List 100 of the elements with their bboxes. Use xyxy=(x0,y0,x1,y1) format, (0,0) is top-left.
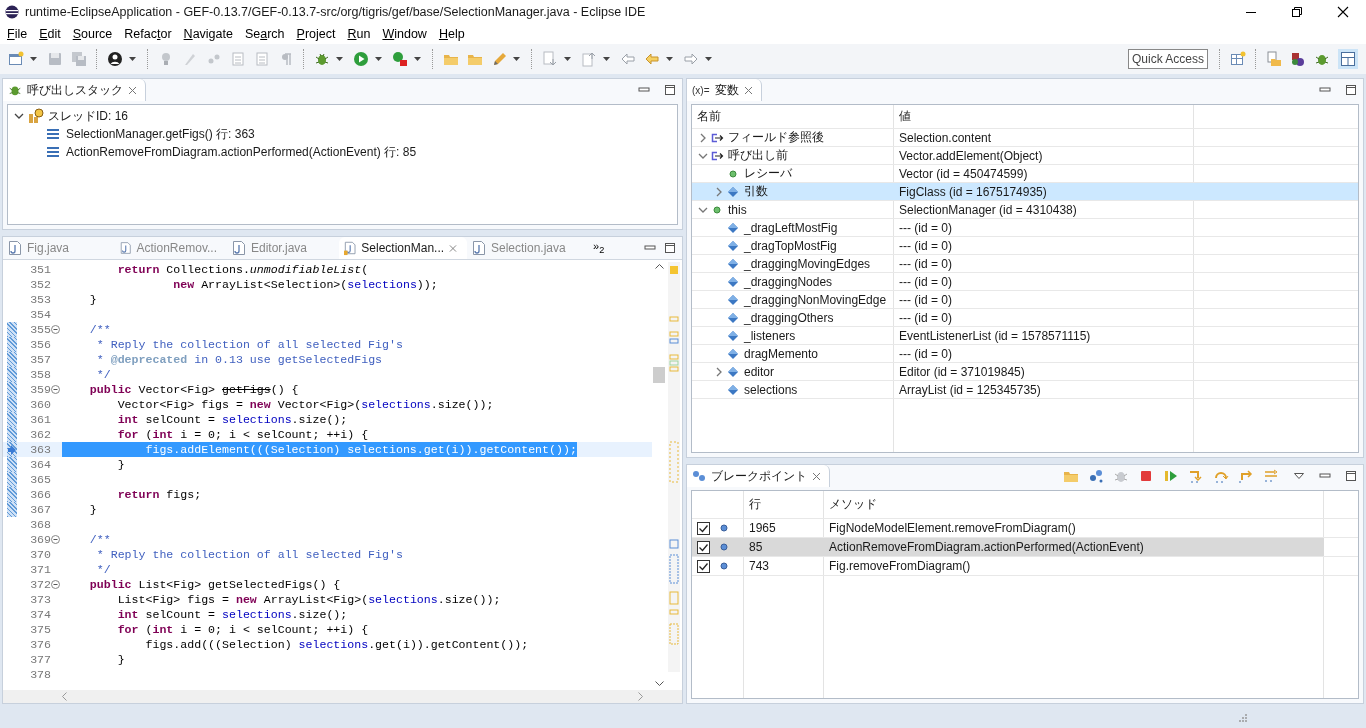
maximize-icon[interactable] xyxy=(1345,84,1357,96)
stop-icon[interactable] xyxy=(1138,468,1154,484)
menu-item[interactable]: Help xyxy=(433,27,470,41)
menu-item[interactable]: Search xyxy=(239,27,290,41)
checkbox[interactable] xyxy=(697,521,710,535)
back-arrow-icon[interactable] xyxy=(620,51,636,67)
menu-item[interactable]: Run xyxy=(342,27,376,41)
fold-icon[interactable] xyxy=(51,535,60,544)
quick-access-field[interactable]: Quick Access xyxy=(1128,49,1208,69)
chevron-down-icon[interactable] xyxy=(14,111,24,121)
menu-item[interactable]: Refactor xyxy=(119,27,177,41)
run-icon[interactable] xyxy=(353,51,369,67)
forward-arrow-icon[interactable] xyxy=(683,51,699,67)
caret-icon[interactable] xyxy=(513,57,520,61)
person-icon[interactable] xyxy=(107,51,123,67)
java-perspective-icon[interactable] xyxy=(1290,51,1306,67)
editor-tab[interactable]: Editor.java xyxy=(227,237,339,259)
close-icon[interactable] xyxy=(1337,6,1349,18)
chevron-right-icon[interactable] xyxy=(714,186,724,197)
code-line: } xyxy=(116,652,125,667)
caret-icon[interactable] xyxy=(30,57,37,61)
pen-icon[interactable] xyxy=(491,51,507,67)
caret-icon[interactable] xyxy=(129,57,136,61)
variable-name[interactable]: 引数 xyxy=(744,183,768,200)
caret-icon[interactable] xyxy=(603,57,610,61)
menu-item[interactable]: Source xyxy=(67,27,118,41)
fold-icon[interactable] xyxy=(51,580,60,589)
column-header[interactable]: 名前 xyxy=(692,105,894,128)
variable-name[interactable]: dragMemento xyxy=(744,346,819,361)
variable-name[interactable]: _dragLeftMostFig xyxy=(744,220,838,235)
fold-icon[interactable] xyxy=(51,385,60,394)
next-annotation-icon[interactable] xyxy=(542,51,558,67)
column-header[interactable]: 値 xyxy=(894,105,1194,128)
maximize-icon[interactable] xyxy=(664,84,676,96)
scroll-left-icon[interactable] xyxy=(61,692,67,701)
chevron-right-icon[interactable] xyxy=(714,366,724,377)
column-header[interactable]: メソッド xyxy=(824,491,1324,518)
variable-name[interactable]: _dragTopMostFig xyxy=(744,238,837,253)
chevron-right-icon[interactable] xyxy=(698,132,708,143)
menu-item[interactable]: File xyxy=(2,27,33,41)
run-tool-icon[interactable] xyxy=(392,51,408,67)
variable-name[interactable]: selections xyxy=(744,382,798,397)
variable-name[interactable]: editor xyxy=(744,364,775,379)
stack-frame[interactable]: ActionRemoveFromDiagram.actionPerformed(ActionEvent) 行: 85 xyxy=(66,143,417,161)
variable-name[interactable]: _draggingNodes xyxy=(744,274,833,289)
layout-icon[interactable] xyxy=(1338,49,1358,69)
variable-name[interactable]: _listeners xyxy=(744,328,796,343)
menu-item[interactable]: Edit xyxy=(34,27,66,41)
variable-value: FigClass (id = 1675174935) xyxy=(898,183,1048,200)
caret-icon[interactable] xyxy=(666,57,673,61)
bug-icon[interactable] xyxy=(314,51,330,67)
java-file-icon xyxy=(232,240,246,256)
variable-name[interactable]: _draggingOthers xyxy=(744,310,834,325)
scroll-right-icon[interactable] xyxy=(638,692,644,701)
maximize-icon[interactable] xyxy=(1345,470,1357,482)
menu-item[interactable]: Window xyxy=(377,27,432,41)
view-tab[interactable]: (x)= 変数 xyxy=(687,79,762,101)
stack-frame[interactable]: SelectionManager.getFigs() 行: 363 xyxy=(66,125,255,143)
java-file-icon xyxy=(8,240,22,256)
variable-name[interactable]: _draggingMovingEdges xyxy=(744,256,871,271)
caret-icon[interactable] xyxy=(414,57,421,61)
variable-name[interactable]: this xyxy=(728,202,747,217)
previous-annotation-icon[interactable] xyxy=(581,51,597,67)
code-line: return figs; xyxy=(116,487,202,502)
checkbox[interactable] xyxy=(697,559,710,573)
diamond-icon xyxy=(727,311,741,324)
view-menu-icon[interactable] xyxy=(1293,470,1305,482)
variable-name[interactable]: フィールド参照後 xyxy=(728,129,824,146)
variable-name[interactable]: _draggingNonMovingEdge xyxy=(744,292,887,307)
caret-icon[interactable] xyxy=(705,57,712,61)
scroll-down-icon[interactable] xyxy=(654,681,664,687)
open-perspective-icon[interactable] xyxy=(1230,51,1246,67)
back-arrow-icon[interactable] xyxy=(644,51,660,67)
caret-icon[interactable] xyxy=(375,57,382,61)
scrollbar-thumb[interactable] xyxy=(653,367,665,383)
editor-tab[interactable]: ActionRemov... xyxy=(115,237,227,259)
variable-name[interactable]: 呼び出し前 xyxy=(728,147,788,164)
restore-icon[interactable] xyxy=(1291,6,1303,18)
tab-overflow-button[interactable]: »$_{2}$ xyxy=(589,240,609,256)
view-tab[interactable]: ブレークポイント xyxy=(687,465,830,487)
view-tab[interactable]: 呼び出しスタック xyxy=(3,79,146,101)
column-header[interactable]: 行 xyxy=(744,491,824,518)
selected-row[interactable]: 引数 FigClass (id = 1675174935) xyxy=(692,183,1358,201)
caret-icon[interactable] xyxy=(336,57,343,61)
thread-label[interactable]: スレッドID: 16 xyxy=(48,107,128,125)
fold-icon[interactable] xyxy=(51,325,60,334)
selected-row[interactable]: 85 ActionRemoveFromDiagram.actionPerformed(ActionEvent) xyxy=(692,538,1358,557)
breakpoints-icon xyxy=(692,470,706,482)
menu-item[interactable]: Navigate xyxy=(178,27,238,41)
editor-tab[interactable]: SelectionMan... xyxy=(339,237,467,259)
maximize-icon[interactable] xyxy=(664,242,676,254)
variable-value: EventListenerList (id = 1578571115) xyxy=(898,327,1092,344)
new-window-icon[interactable] xyxy=(8,51,24,67)
resume-icon[interactable] xyxy=(1163,468,1179,484)
dots-icon[interactable] xyxy=(1088,468,1104,484)
scroll-up-icon[interactable] xyxy=(654,263,664,269)
checkbox[interactable] xyxy=(697,540,710,554)
variable-name[interactable]: レシーバ xyxy=(744,165,792,182)
menu-item[interactable]: Project xyxy=(291,27,341,41)
caret-icon[interactable] xyxy=(564,57,571,61)
